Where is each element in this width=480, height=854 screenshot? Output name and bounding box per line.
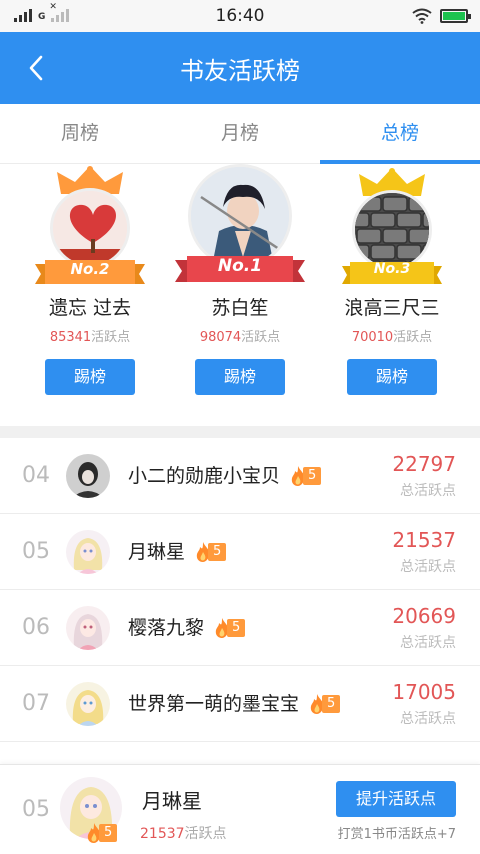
podium-name: 遗忘 过去 [48,297,132,319]
tab-weekly[interactable]: 周榜 [0,104,160,163]
section-divider [0,426,480,438]
my-name: 月琳星 [142,789,202,813]
rank-number: 06 [22,615,50,640]
level-badge: 5 [309,694,341,714]
level-badge: 5 [290,466,322,486]
podium-third: No.3 浪高三尺三 70010活跃点 踢榜 [312,164,472,395]
clock: 16:40 [215,6,265,26]
my-rank-bar: 05 5 月琳星 21537活跃点 提升活跃点 打赏1书币活跃点+7 [0,764,480,854]
my-rank-number: 05 [22,797,50,822]
podium-second: No.2 遗忘 过去 85341活跃点 踢榜 [10,164,170,395]
podium-name: 浪高三尺三 [344,297,440,319]
ranking-list: 04 小二的勋鹿小宝贝 5 22797 总活跃点 05 月琳星 5 21537 … [0,438,480,742]
user-name: 月琳星 [128,541,186,563]
status-bar: G ✕ 16:40 [0,0,480,32]
tab-monthly[interactable]: 月榜 [160,104,320,163]
top-three-podium: No.2 遗忘 过去 85341活跃点 踢榜 No.1 苏白笙 98074活跃点… [0,164,480,426]
level-badge: 5 [214,618,246,638]
score-label: 总活跃点 [400,635,456,651]
kick-button[interactable]: 踢榜 [195,359,285,395]
score-label: 总活跃点 [400,483,456,499]
kick-button[interactable]: 踢榜 [45,359,135,395]
rank-badge: No.3 [373,261,411,277]
my-points: 21537活跃点 [140,826,227,842]
wifi-icon [412,8,432,24]
user-name: 小二的勋鹿小宝贝 [128,465,281,487]
avatar[interactable] [66,530,110,574]
podium-points: 70010活跃点 [351,330,433,345]
score-value: 22797 [392,452,456,476]
header-bar: 书友活跃榜 [0,32,480,104]
boost-activity-button[interactable]: 提升活跃点 [336,781,456,817]
score-value: 21537 [392,528,456,552]
list-item[interactable]: 04 小二的勋鹿小宝贝 5 22797 总活跃点 [0,438,480,514]
podium-name: 苏白笙 [211,297,269,319]
ranking-tabs: 周榜 月榜 总榜 [0,104,480,164]
avatar[interactable] [66,682,110,726]
rank-number: 05 [22,539,50,564]
kick-button[interactable]: 踢榜 [347,359,437,395]
rank-number: 07 [22,691,50,716]
list-item[interactable]: 07 世界第一萌的墨宝宝 5 17005 总活跃点 [0,666,480,742]
score-value: 17005 [392,680,456,704]
rank-badge: No.1 [217,256,263,276]
avatar[interactable] [66,454,110,498]
list-item[interactable]: 06 樱落九黎 5 20669 总活跃点 [0,590,480,666]
rank-badge: No.2 [70,260,110,278]
score-label: 总活跃点 [400,711,456,727]
score-value: 20669 [392,604,456,628]
tab-all-time[interactable]: 总榜 [320,104,480,164]
level-badge: 5 [195,542,227,562]
score-label: 总活跃点 [400,559,456,575]
level-badge: 5 [86,823,118,843]
user-name: 世界第一萌的墨宝宝 [128,693,300,715]
battery-icon [440,9,471,23]
user-name: 樱落九黎 [128,617,205,639]
page-title: 书友活跃榜 [180,57,300,85]
podium-first: No.1 苏白笙 98074活跃点 踢榜 [160,164,320,395]
avatar[interactable] [66,606,110,650]
list-item[interactable]: 05 月琳星 5 21537 总活跃点 [0,514,480,590]
rank-number: 04 [22,463,50,488]
podium-points: 85341活跃点 [49,330,131,345]
podium-points: 98074活跃点 [199,330,281,345]
boost-hint: 打赏1书币活跃点+7 [337,827,456,842]
